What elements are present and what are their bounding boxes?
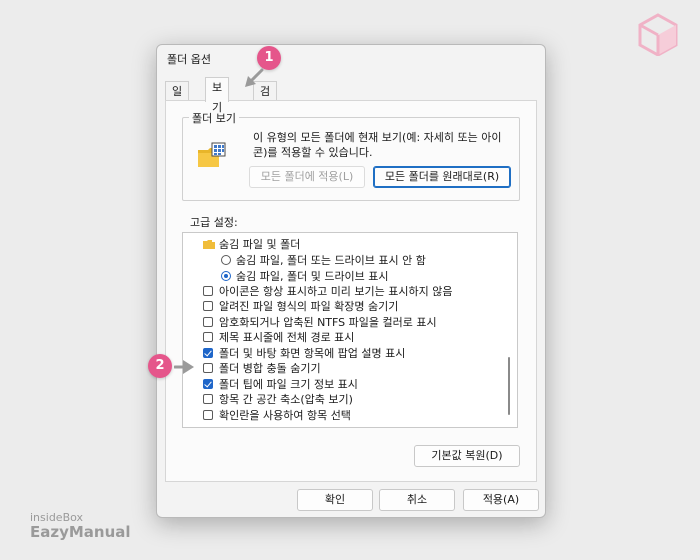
radio-button[interactable] <box>221 255 231 265</box>
checkbox[interactable] <box>203 317 213 327</box>
folder-icon <box>198 142 226 167</box>
checkbox-color-ntfs[interactable]: 암호화되거나 압축된 NTFS 파일을 컬러로 표시 <box>183 315 503 330</box>
list-item-label: 폴더 팁에 파일 크기 정보 표시 <box>219 378 358 391</box>
arrow-icon <box>174 360 194 374</box>
list-item-label: 제목 표시줄에 전체 경로 표시 <box>219 331 355 344</box>
checkbox-compact-view[interactable]: 항목 간 공간 축소(압축 보기) <box>183 392 503 407</box>
reset-folders-button[interactable]: 모든 폴더를 원래대로(R) <box>373 166 511 188</box>
radio-show-hidden-files[interactable]: 숨김 파일, 폴더 및 드라이브 표시 <box>183 269 503 284</box>
list-item-label: 아이콘은 항상 표시하고 미리 보기는 표시하지 않음 <box>219 285 453 298</box>
dialog-title: 폴더 옵션 <box>167 53 211 66</box>
ok-button[interactable]: 확인 <box>297 489 373 511</box>
apply-button[interactable]: 적용(A) <box>463 489 539 511</box>
list-item-label: 숨김 파일, 폴더 및 드라이브 표시 <box>236 270 389 283</box>
list-item-label: 숨김 파일 및 폴더 <box>219 238 301 251</box>
radio-button[interactable] <box>221 271 231 281</box>
checkbox[interactable] <box>203 379 213 389</box>
cancel-button[interactable]: 취소 <box>379 489 455 511</box>
list-item-label: 숨김 파일, 폴더 또는 드라이브 표시 안 함 <box>236 254 426 267</box>
arrow-icon <box>245 68 264 87</box>
watermark: insideBox EazyManual <box>30 511 131 542</box>
list-item-label: 확인란을 사용하여 항목 선택 <box>219 409 351 422</box>
checkbox-use-check-boxes[interactable]: 확인란을 사용하여 항목 선택 <box>183 408 503 423</box>
checkbox[interactable] <box>203 286 213 296</box>
tab-general[interactable]: 일반 <box>165 81 190 117</box>
checkbox[interactable] <box>203 332 213 342</box>
checkbox[interactable] <box>203 410 213 420</box>
checkbox-popup-description[interactable]: 폴더 및 바탕 화면 항목에 팝업 설명 표시 <box>183 346 503 361</box>
tree-item-hidden-files: 숨김 파일 및 폴더 <box>183 237 503 252</box>
tab-view[interactable]: 보기 <box>205 77 230 114</box>
radio-hide-hidden-files[interactable]: 숨김 파일, 폴더 또는 드라이브 표시 안 함 <box>183 253 503 268</box>
checkbox-always-show-icons[interactable]: 아이콘은 항상 표시하고 미리 보기는 표시하지 않음 <box>183 284 503 299</box>
checkbox[interactable] <box>203 301 213 311</box>
checkbox[interactable] <box>203 394 213 404</box>
checkbox[interactable] <box>203 348 213 358</box>
advanced-settings-label: 고급 설정: <box>190 216 238 229</box>
cube-logo-icon <box>638 13 678 56</box>
restore-defaults-button[interactable]: 기본값 복원(D) <box>414 445 520 467</box>
folder-view-group: 폴더 보기 이 유형의 모든 폴더에 현재 보기(예: 자세히 또는 아이콘)를… <box>182 110 520 201</box>
checkbox[interactable] <box>203 363 213 373</box>
step-badge-2: 2 <box>148 354 172 378</box>
list-item-label: 항목 간 공간 축소(압축 보기) <box>219 393 353 406</box>
list-item-label: 폴더 병합 충돌 숨기기 <box>219 362 321 375</box>
scrollbar-thumb[interactable] <box>508 357 510 415</box>
folder-view-description: 이 유형의 모든 폴더에 현재 보기(예: 자세히 또는 아이콘)를 적용할 수… <box>253 131 502 159</box>
checkbox-hide-merge-conflicts[interactable]: 폴더 병합 충돌 숨기기 <box>183 361 503 376</box>
list-item-label: 암호화되거나 압축된 NTFS 파일을 컬러로 표시 <box>219 316 437 329</box>
folder-icon <box>203 240 215 249</box>
apply-to-folders-button[interactable]: 모든 폴더에 적용(L) <box>249 166 365 188</box>
advanced-settings-list[interactable]: 숨김 파일 및 폴더 숨김 파일, 폴더 또는 드라이브 표시 안 함 숨김 파… <box>182 232 518 428</box>
checkbox-hide-extensions[interactable]: 알려진 파일 형식의 파일 확장명 숨기기 <box>183 299 503 314</box>
view-tab-panel: 폴더 보기 이 유형의 모든 폴더에 현재 보기(예: 자세히 또는 아이콘)를… <box>165 100 537 482</box>
checkbox-full-path[interactable]: 제목 표시줄에 전체 경로 표시 <box>183 330 503 345</box>
folder-options-dialog: 폴더 옵션 일반 보기 검색 폴더 보기 이 유형의 모든 폴더에 현재 보기(… <box>156 44 546 518</box>
checkbox-folder-tip-size[interactable]: 폴더 팁에 파일 크기 정보 표시 <box>183 377 503 392</box>
list-item-label: 알려진 파일 형식의 파일 확장명 숨기기 <box>219 300 399 313</box>
list-item-label: 폴더 및 바탕 화면 항목에 팝업 설명 표시 <box>219 347 406 360</box>
watermark-line-2: EazyManual <box>30 523 131 542</box>
